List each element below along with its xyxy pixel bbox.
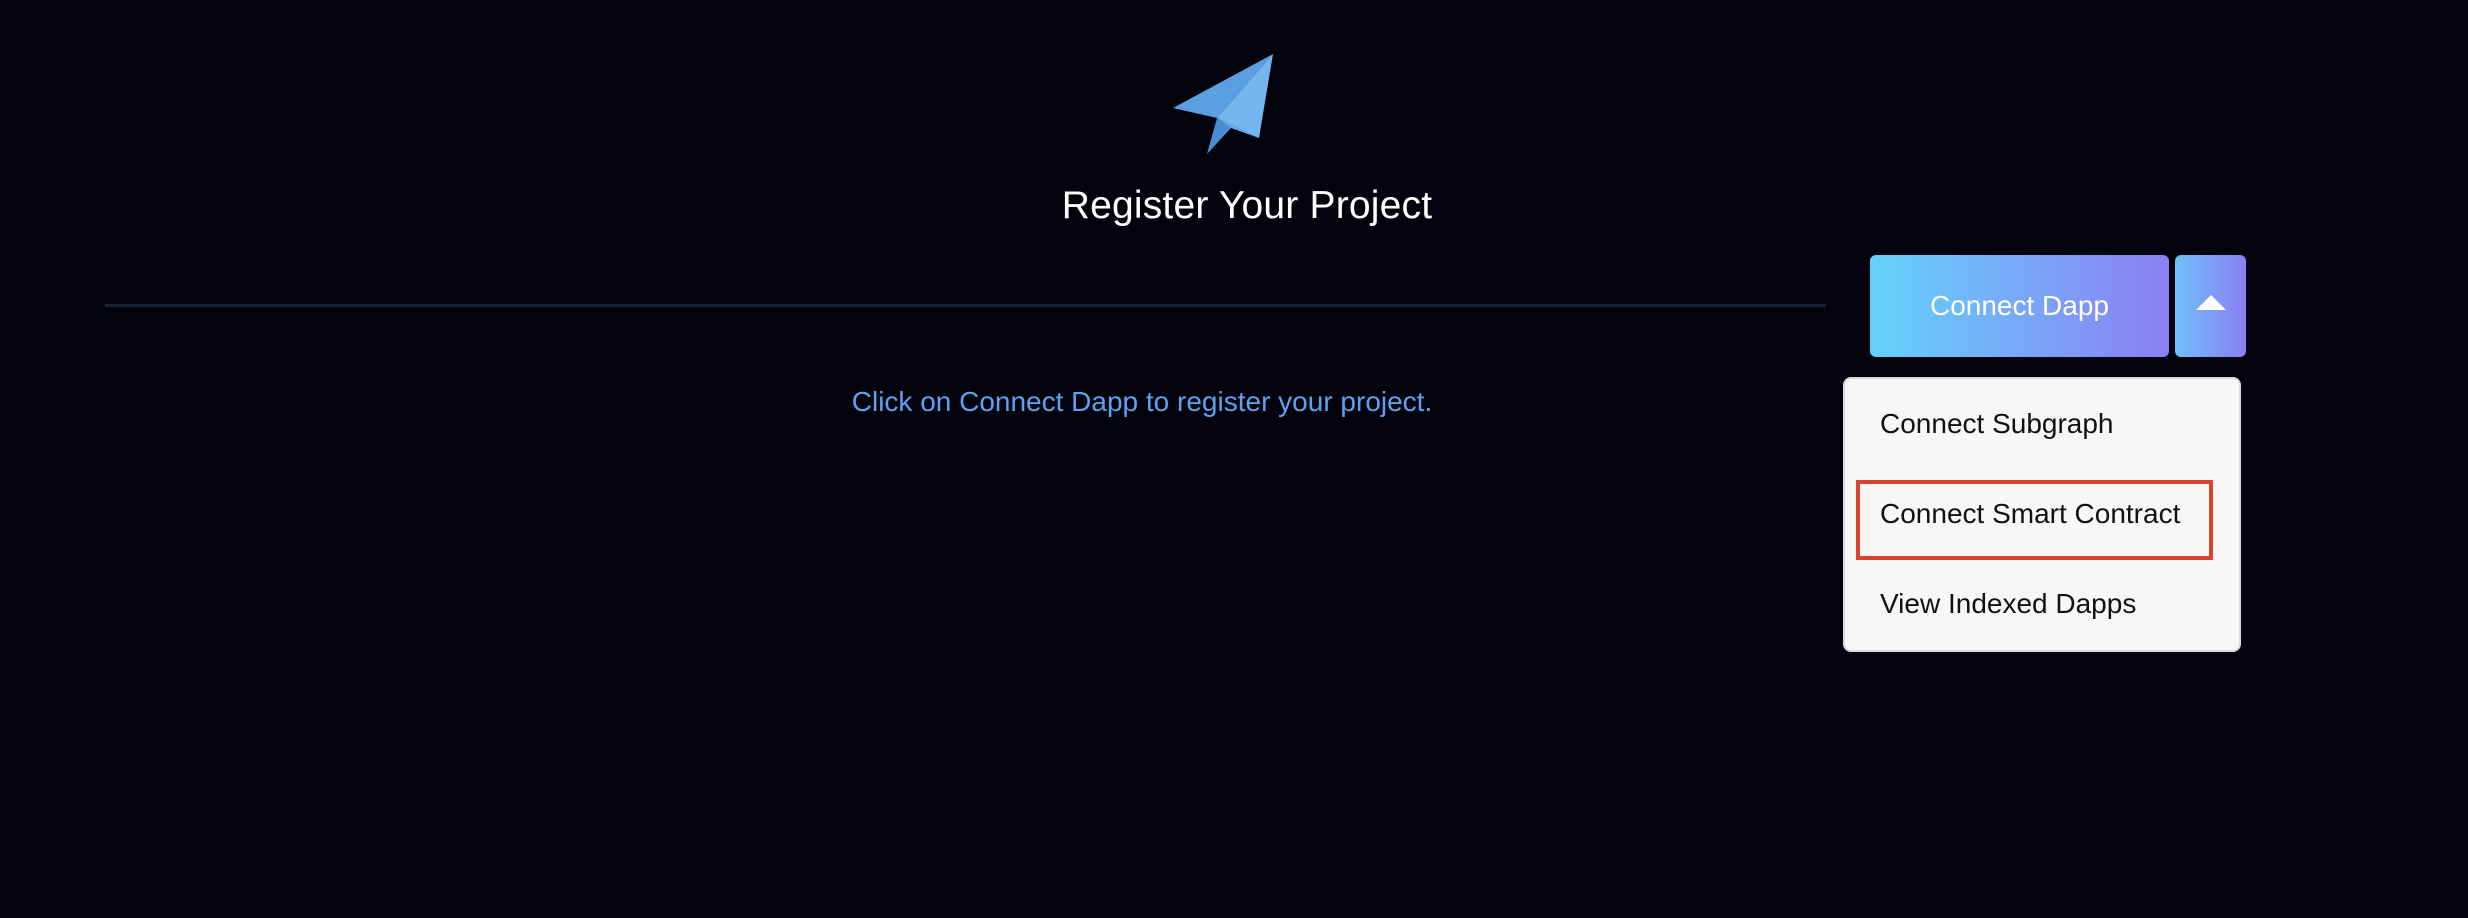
caret-up-icon (2196, 295, 2226, 310)
dropdown-toggle-button[interactable] (2175, 255, 2246, 357)
paper-plane-icon (1173, 54, 1273, 154)
connect-dropdown-menu: Connect Subgraph Connect Smart Contract … (1843, 377, 2241, 652)
menu-item-connect-smart-contract[interactable]: Connect Smart Contract (1880, 494, 2180, 534)
menu-item-connect-subgraph[interactable]: Connect Subgraph (1880, 404, 2114, 444)
register-page: Register Your Project Click on Connect D… (0, 0, 2468, 918)
connect-dapp-button[interactable]: Connect Dapp (1870, 255, 2169, 357)
menu-item-view-indexed-dapps[interactable]: View Indexed Dapps (1880, 584, 2136, 624)
page-title: Register Your Project (1061, 184, 1433, 227)
divider (105, 304, 1826, 307)
